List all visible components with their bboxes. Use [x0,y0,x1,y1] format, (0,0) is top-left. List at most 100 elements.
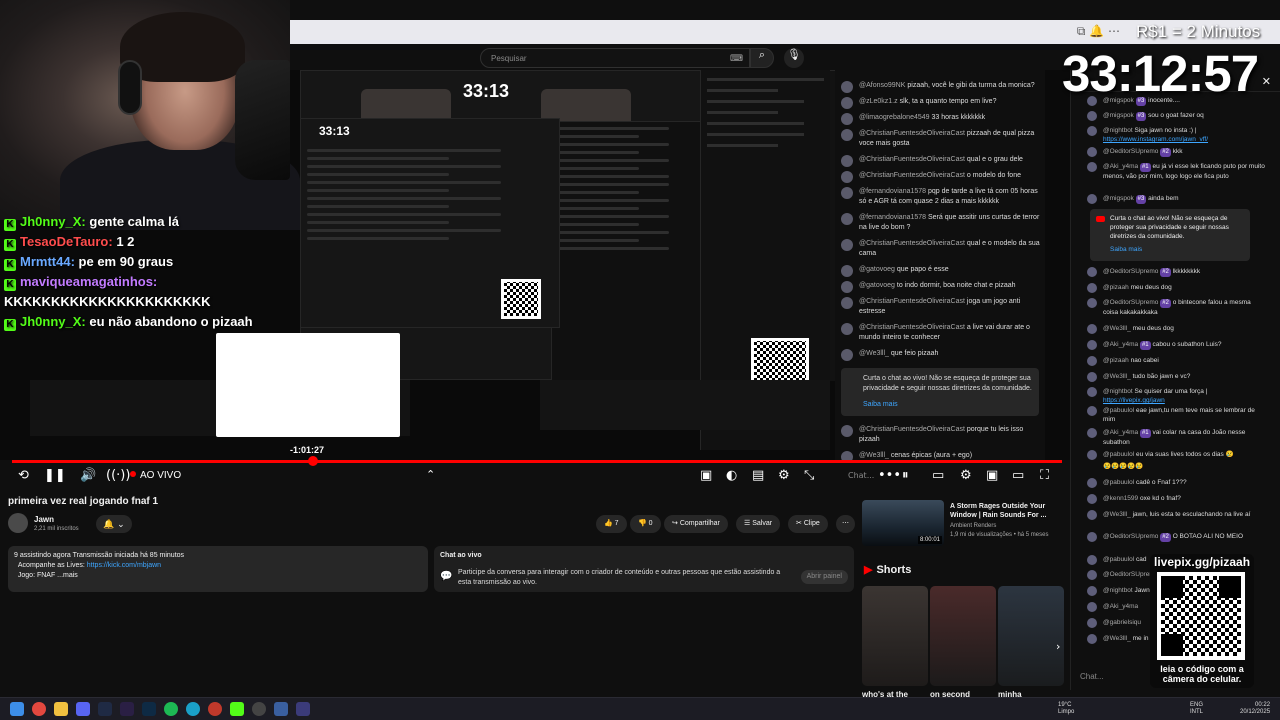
chat-user[interactable]: @pizaah [1103,284,1129,291]
edge-icon[interactable] [186,702,200,716]
start-icon[interactable] [10,702,24,716]
app-icon[interactable] [274,702,288,716]
chat-user[interactable]: @We3lll_ [1103,325,1131,332]
nested-notice-link[interactable]: Saiba mais [863,400,1033,410]
avatar[interactable] [1087,586,1097,596]
avatar[interactable] [1087,162,1097,172]
save-button[interactable]: ☰ Salvar [736,515,781,533]
short-thumbnail-1[interactable] [862,586,928,686]
discord-icon[interactable] [76,702,90,716]
avatar[interactable] [1087,570,1097,580]
related-title[interactable]: A Storm Rages Outside Your Window | Rain… [950,502,1060,520]
close-icon[interactable]: ✕ [1262,75,1271,88]
avatar[interactable] [1087,372,1097,382]
chat-user[interactable]: @OeditorSUpremo [1103,148,1158,155]
avatar[interactable] [1087,111,1097,121]
short-thumbnail-3[interactable] [998,586,1064,686]
autoplay-toggle[interactable]: ◐ [726,468,737,483]
chat-user[interactable]: @Aki_y4ma [1103,163,1138,170]
settings-hd-icon[interactable]: ⚙ [960,468,972,483]
avatar[interactable] [1087,267,1097,277]
avatar[interactable] [1087,532,1097,542]
subtitles-icon[interactable]: ▤ [752,468,764,483]
avatar[interactable] [1087,194,1097,204]
avatar[interactable] [1087,126,1097,136]
loop-icon[interactable]: ⟲ [18,468,29,483]
obs-icon[interactable] [252,702,266,716]
avatar[interactable] [1087,618,1097,628]
description-box[interactable]: 9 assistindo agora Transmissão iniciada … [8,546,428,592]
avatar[interactable] [1087,478,1097,488]
chat-user[interactable]: @migspok [1103,112,1134,119]
avatar[interactable] [1087,147,1097,157]
chat-user[interactable]: @OeditorSUpremo [1103,299,1158,306]
like-button[interactable]: 👍 7 [596,515,627,533]
avatar[interactable] [1087,356,1097,366]
related-video[interactable]: 8:00:01 A Storm Rages Outside Your Windo… [862,500,1070,550]
avatar[interactable] [1087,510,1097,520]
search-button[interactable]: ⌕ [750,48,774,68]
chat-user[interactable]: @OeditorSUpremo [1103,268,1158,275]
share-button[interactable]: ↪ Compartilhar [664,515,728,533]
spotify-icon[interactable] [164,702,178,716]
premiere-icon[interactable] [120,702,134,716]
theater-mode-icon[interactable]: ▭ [1012,468,1024,483]
avatar[interactable] [1087,283,1097,293]
chat-user[interactable]: @OeditorSUpremo [1103,533,1158,540]
chapters-icon[interactable]: ▣ [700,468,712,483]
kick-icon[interactable] [230,702,244,716]
miniplayer-icon[interactable]: ▣ [986,468,998,483]
avatar[interactable] [1087,340,1097,350]
chrome-icon-2[interactable] [208,702,222,716]
avatar[interactable] [1087,494,1097,504]
avatar[interactable] [1087,450,1097,460]
chat-user[interactable]: @We3lll_ [1103,373,1131,380]
avatar[interactable] [1087,298,1097,308]
chrome-icon[interactable] [32,702,46,716]
channel-name[interactable]: Jawn [34,515,54,524]
short-thumbnail-2[interactable] [930,586,996,686]
weather[interactable]: 19°C Limpo [1058,702,1088,716]
live-badge[interactable]: AO VIVO [130,470,181,481]
captions-icon[interactable]: ▭ [932,468,944,483]
chat-link[interactable]: https://livepix.gg/jawn [1103,397,1165,404]
chat-user[interactable]: @nightbot [1103,388,1133,395]
more-actions-button[interactable]: ⋯ [836,515,855,533]
avatar[interactable] [1087,602,1097,612]
chat-user[interactable]: @Aki_y4ma [1103,603,1138,610]
progress-bar[interactable] [12,456,1062,466]
chat-user[interactable]: @gabrielsiqu [1103,619,1141,626]
chat-user[interactable]: @pabuulol [1103,556,1134,563]
avatar[interactable] [1087,324,1097,334]
open-panel-button[interactable]: Abrir painel [800,570,848,584]
chevron-up-icon[interactable]: ⌃ [426,468,435,481]
avatar[interactable] [1087,428,1097,438]
fullscreen-icon[interactable]: ⛶ [1040,468,1049,483]
chat-user[interactable]: @pabuulol [1103,479,1134,486]
dislike-button[interactable]: 👎 0 [630,515,661,533]
toggle-icon[interactable]: ⏸ [902,468,909,483]
exit-fullscreen-icon[interactable]: ⤡ [804,468,814,483]
voice-search-button[interactable]: 🎙 [784,48,804,68]
chat-user[interactable]: @pabuulol [1103,451,1134,458]
shorts-next-icon[interactable]: › [1056,640,1060,653]
chat-user[interactable]: @pabuulol [1103,407,1134,414]
chat-user[interactable]: @nightbot [1103,587,1133,594]
keyboard-icon[interactable]: ⌨ [730,53,743,64]
avatar[interactable] [1087,406,1097,416]
chat-user[interactable]: @We3lll_ [1103,635,1131,642]
chat-user[interactable]: @We3lll_ [1103,511,1131,518]
app-icon-2[interactable] [296,702,310,716]
gear-icon[interactable]: ⚙ [778,468,790,483]
chat-user[interactable]: @migspok [1103,195,1134,202]
ae-icon[interactable] [98,702,112,716]
notice-link[interactable]: Saiba mais [1110,245,1244,254]
chat-link[interactable]: https://www.instagram.com/jawn_vff/ [1103,136,1208,143]
notification-bell-button[interactable]: 🔔 ⌄ [96,515,132,533]
kick-link[interactable]: https://kick.com/mbjawn [87,562,161,569]
chat-user[interactable]: @nightbot [1103,127,1133,134]
chat-user[interactable]: @pizaah [1103,357,1129,364]
channel-avatar[interactable] [8,513,28,533]
chat-input[interactable]: Chat... [1080,672,1160,692]
search-input[interactable]: Pesquisar ⌨ [480,48,750,68]
